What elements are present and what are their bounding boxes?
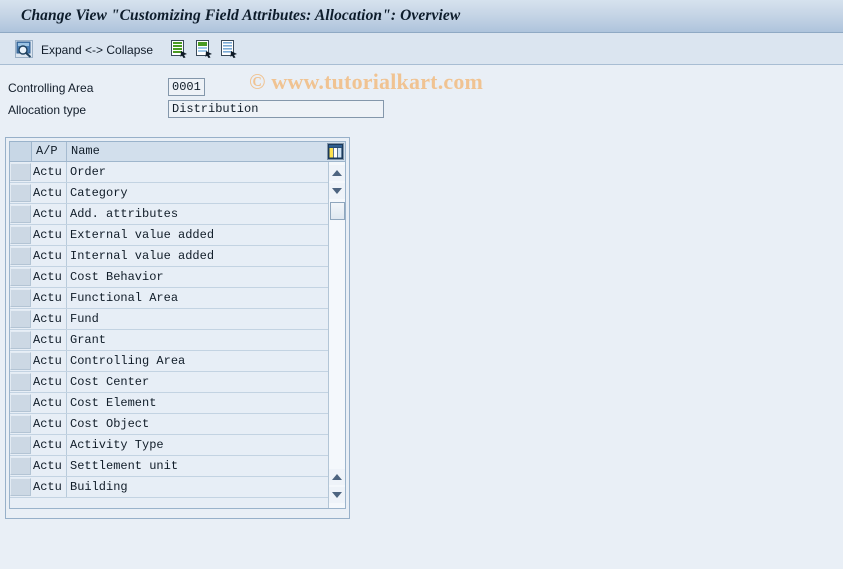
cell-name[interactable]: Order (68, 162, 326, 182)
cell-name[interactable]: Cost Object (68, 414, 326, 434)
table-row[interactable]: Actu Add. attributes (10, 204, 328, 225)
deselect-all-icon[interactable] (220, 40, 238, 58)
table-row[interactable]: Actu Controlling Area (10, 351, 328, 372)
scroll-down-button[interactable] (329, 183, 345, 199)
table-body: Actu Order Actu Category Actu Add. attributes… (10, 162, 328, 508)
row-select-button[interactable] (10, 247, 31, 265)
column-header-ap[interactable]: A/P (32, 142, 67, 161)
table-row[interactable]: Actu Cost Element (10, 393, 328, 414)
cell-name[interactable]: Activity Type (68, 435, 326, 455)
table-row[interactable]: Actu Activity Type (10, 435, 328, 456)
table-vertical-scrollbar[interactable] (328, 162, 345, 508)
cell-ap[interactable]: Actu (33, 330, 67, 350)
cell-name[interactable]: Category (68, 183, 326, 203)
row-select-button[interactable] (10, 373, 31, 391)
expand-collapse-label: Expand <-> Collapse (41, 43, 154, 57)
cell-ap[interactable]: Actu (33, 456, 67, 476)
row-select-button[interactable] (10, 331, 31, 349)
application-toolbar: Expand <-> Collapse © www.tutorialkart.c… (0, 33, 843, 94)
table-row[interactable]: Actu Settlement unit (10, 456, 328, 477)
cell-name[interactable]: Internal value added (68, 246, 326, 266)
cell-ap[interactable]: Actu (33, 162, 67, 182)
expand-collapse-green-icon[interactable] (170, 40, 188, 58)
cell-name[interactable]: Settlement unit (68, 456, 326, 476)
cell-name[interactable]: External value added (68, 225, 326, 245)
row-select-button[interactable] (10, 394, 31, 412)
cell-ap[interactable]: Actu (33, 477, 67, 497)
row-select-button[interactable] (10, 226, 31, 244)
row-select-button[interactable] (10, 184, 31, 202)
row-select-button[interactable] (10, 163, 31, 181)
field-attributes-table-panel: A/P Name Actu Order Actu Category Actu Add. a… (5, 137, 350, 519)
select-all-green-icon[interactable] (195, 40, 213, 58)
cell-name[interactable]: Cost Element (68, 393, 326, 413)
row-select-button[interactable] (10, 457, 31, 475)
table-row[interactable]: Actu External value added (10, 225, 328, 246)
cell-ap[interactable]: Actu (33, 246, 67, 266)
cell-ap[interactable]: Actu (33, 435, 67, 455)
cell-name[interactable]: Add. attributes (68, 204, 326, 224)
header-form: Controlling Area Allocation type (0, 66, 843, 130)
cell-name[interactable]: Cost Behavior (68, 267, 326, 287)
row-select-button[interactable] (10, 205, 31, 223)
table-row[interactable]: Actu Cost Object (10, 414, 328, 435)
row-select-button[interactable] (10, 268, 31, 286)
cell-ap[interactable]: Actu (33, 372, 67, 392)
scroll-page-down-button[interactable] (329, 487, 345, 503)
table-container: A/P Name Actu Order Actu Category Actu Add. a… (9, 141, 346, 509)
row-select-button[interactable] (10, 436, 31, 454)
row-select-button[interactable] (10, 352, 31, 370)
search-details-icon[interactable] (15, 40, 33, 58)
table-row[interactable]: Actu Fund (10, 309, 328, 330)
table-row[interactable]: Actu Category (10, 183, 328, 204)
cell-ap[interactable]: Actu (33, 309, 67, 329)
allocation-type-label: Allocation type (8, 103, 87, 117)
select-all-rows-corner[interactable] (10, 142, 32, 161)
cell-ap[interactable]: Actu (33, 225, 67, 245)
cell-ap[interactable]: Actu (33, 393, 67, 413)
row-select-button[interactable] (10, 310, 31, 328)
table-row[interactable]: Actu Building (10, 477, 328, 498)
table-row[interactable]: Actu Cost Behavior (10, 267, 328, 288)
row-select-button[interactable] (10, 415, 31, 433)
scrollbar-thumb[interactable] (330, 202, 345, 220)
controlling-area-label: Controlling Area (8, 81, 94, 95)
cell-name[interactable]: Controlling Area (68, 351, 326, 371)
table-row[interactable]: Actu Functional Area (10, 288, 328, 309)
controlling-area-input[interactable] (168, 78, 205, 96)
cell-ap[interactable]: Actu (33, 414, 67, 434)
cell-name[interactable]: Grant (68, 330, 326, 350)
page-title: Change View "Customizing Field Attribute… (21, 7, 461, 24)
cell-ap[interactable]: Actu (33, 288, 67, 308)
table-row[interactable]: Actu Order (10, 162, 328, 183)
cell-name[interactable]: Cost Center (68, 372, 326, 392)
window-title-bar: Change View "Customizing Field Attribute… (0, 0, 843, 33)
column-settings-icon[interactable] (327, 143, 344, 160)
allocation-type-input[interactable] (168, 100, 384, 118)
table-row[interactable]: Actu Cost Center (10, 372, 328, 393)
scroll-page-up-button[interactable] (329, 469, 345, 485)
table-header-row: A/P Name (10, 142, 345, 162)
row-select-button[interactable] (10, 289, 31, 307)
table-row[interactable]: Actu Internal value added (10, 246, 328, 267)
scroll-up-button[interactable] (329, 165, 345, 181)
cell-name[interactable]: Fund (68, 309, 326, 329)
cell-ap[interactable]: Actu (33, 351, 67, 371)
column-header-name[interactable]: Name (67, 142, 328, 161)
cell-name[interactable]: Functional Area (68, 288, 326, 308)
table-row[interactable]: Actu Grant (10, 330, 328, 351)
cell-ap[interactable]: Actu (33, 204, 67, 224)
cell-name[interactable]: Building (68, 477, 326, 497)
row-select-button[interactable] (10, 478, 31, 496)
cell-ap[interactable]: Actu (33, 267, 67, 287)
cell-ap[interactable]: Actu (33, 183, 67, 203)
